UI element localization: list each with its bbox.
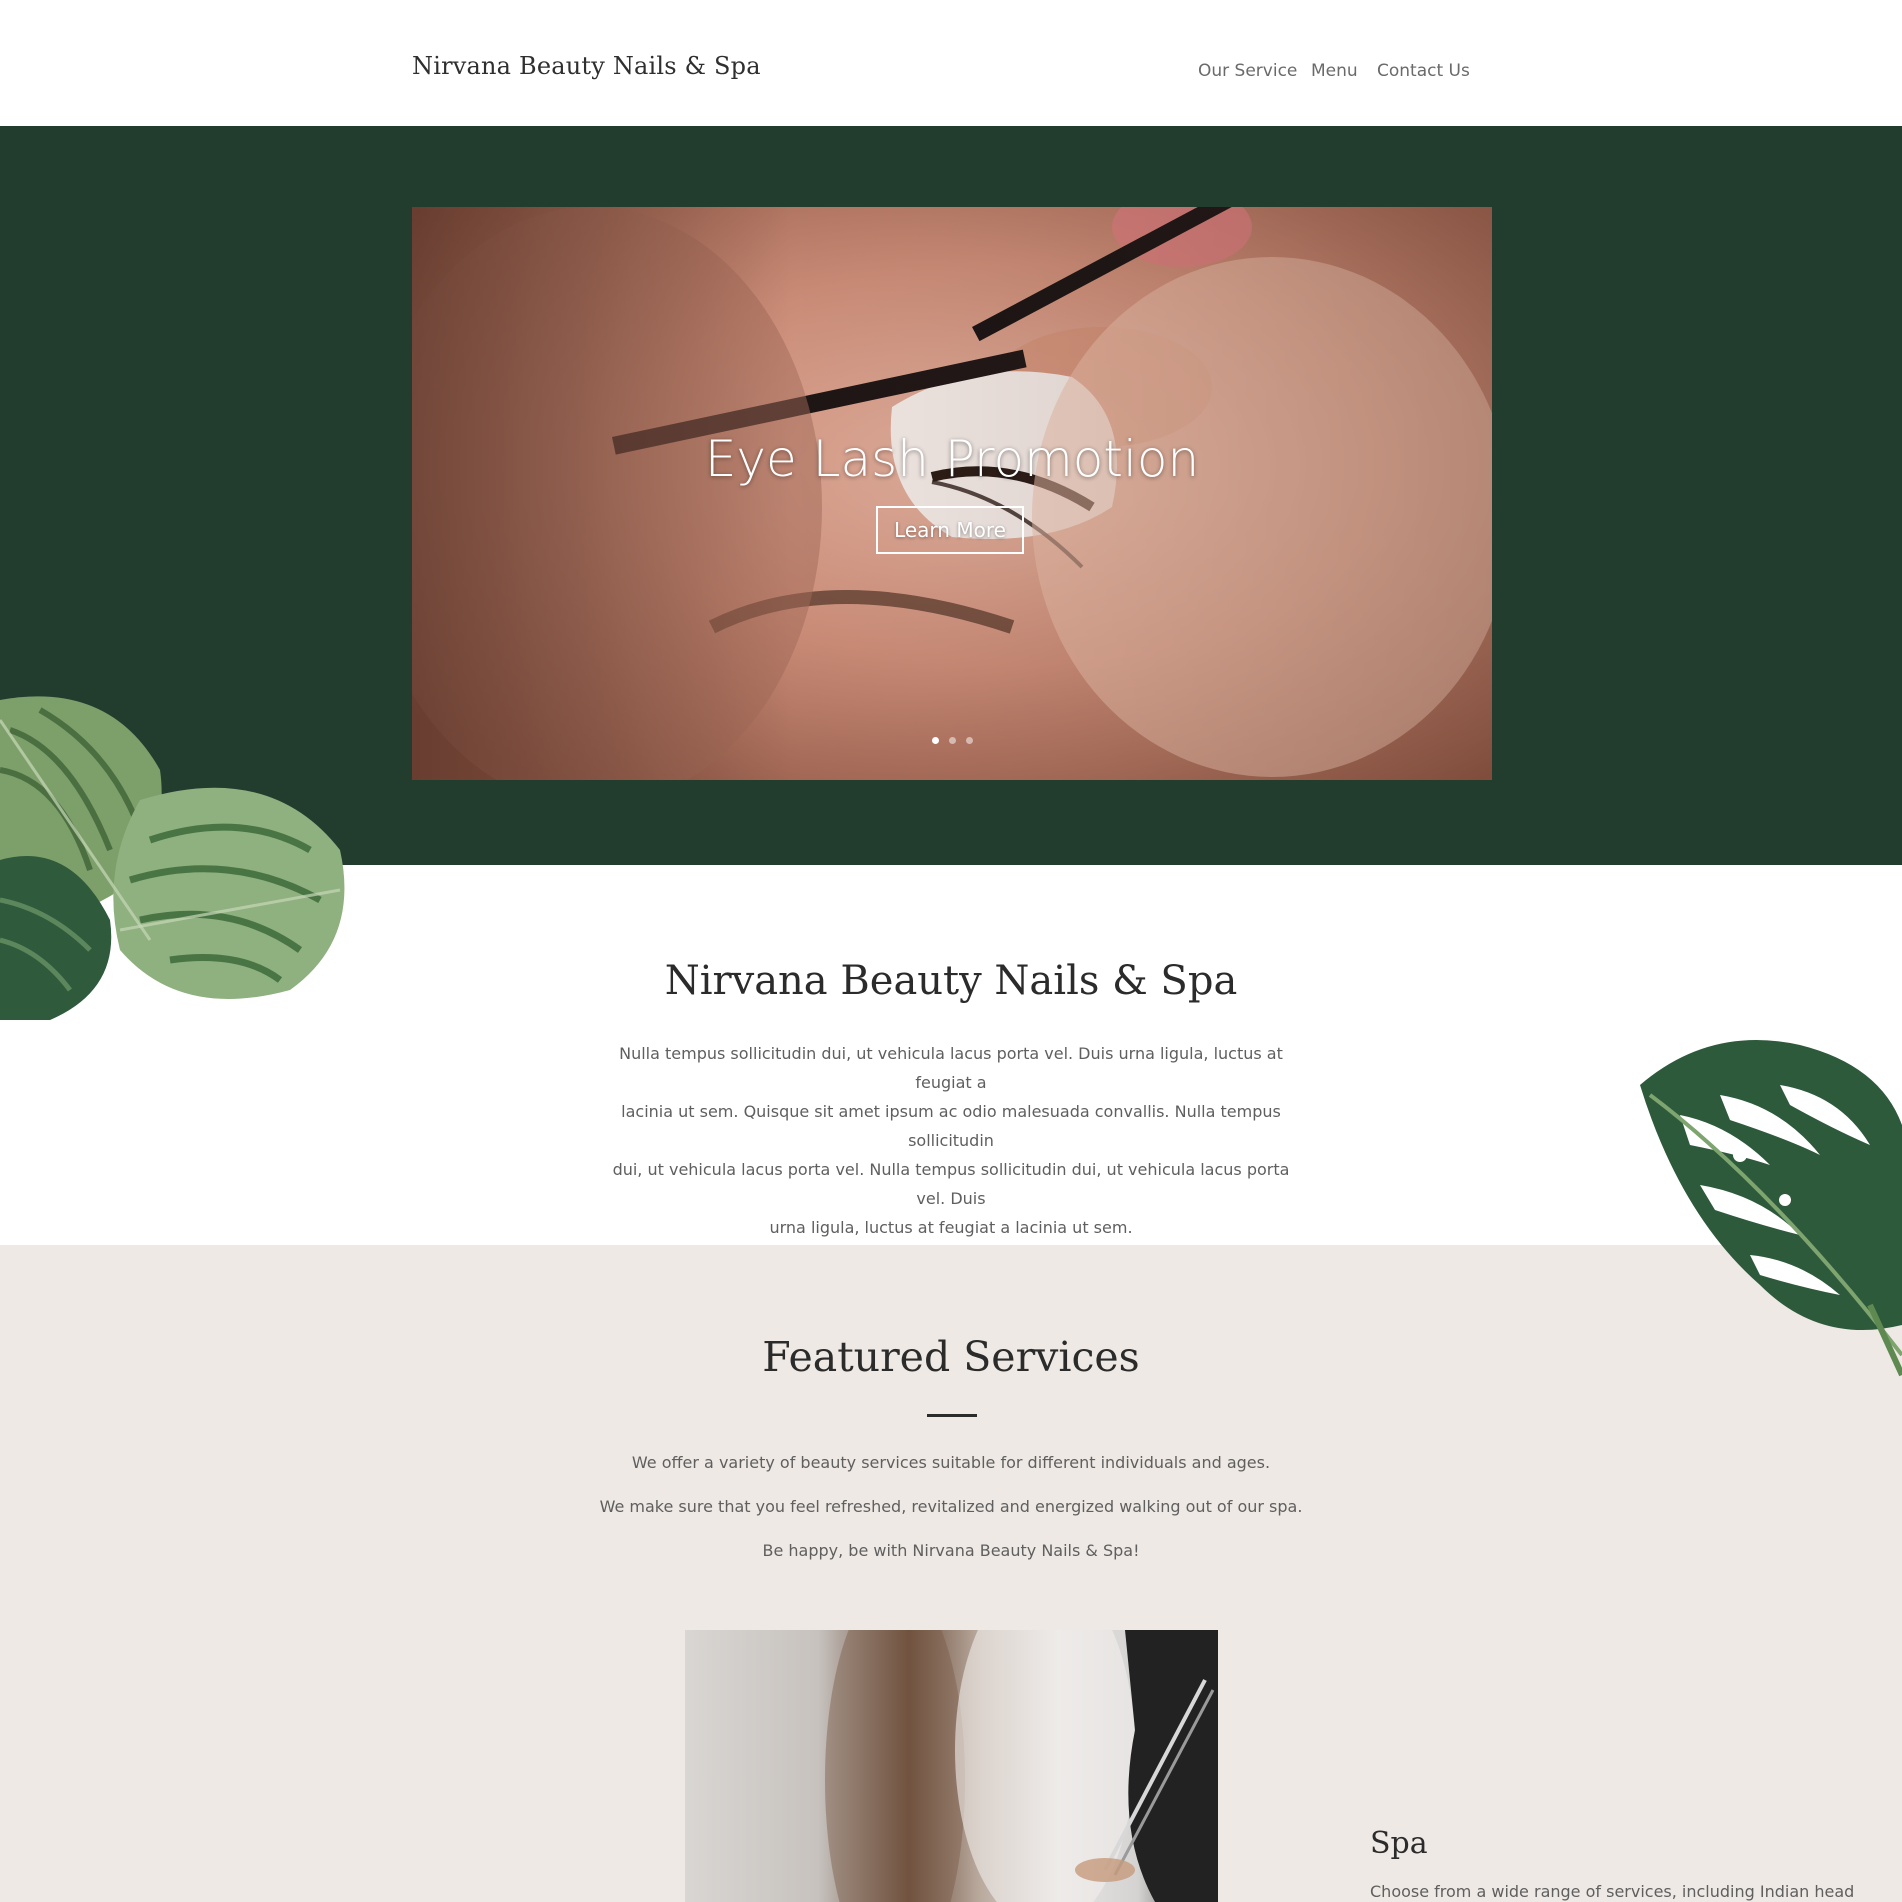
eyelash-photo: [412, 207, 1492, 780]
service-photo: [685, 1630, 1218, 1902]
featured-line: We make sure that you feel refreshed, re…: [599, 1497, 1303, 1516]
intro-line: dui, ut vehicula lacus porta vel. Nulla …: [612, 1160, 1290, 1208]
calathea-leaf-decoration: [0, 696, 345, 1020]
monstera-leaf-decoration: [1640, 1040, 1902, 1377]
slider-dot-3[interactable]: [966, 737, 973, 744]
site-logo[interactable]: Nirvana Beauty Nails & Spa: [412, 52, 761, 80]
intro-line: lacinia ut sem. Quisque sit amet ipsum a…: [621, 1102, 1281, 1150]
slider-dot-2[interactable]: [949, 737, 956, 744]
tweezers-photo: [825, 1630, 1218, 1902]
learn-more-button[interactable]: Learn More: [876, 506, 1024, 554]
site-header: Nirvana Beauty Nails & Spa Our Service M…: [0, 0, 1902, 126]
intro-paragraph: Nulla tempus sollicitudin dui, ut vehicu…: [603, 1039, 1299, 1242]
intro-line: urna ligula, luctus at feugiat a lacinia…: [769, 1218, 1133, 1237]
nav-our-service[interactable]: Our Service: [1198, 61, 1297, 81]
hero-title: Eye Lash Promotion: [704, 430, 1200, 488]
featured-line: Be happy, be with Nirvana Beauty Nails &…: [762, 1541, 1140, 1560]
hero-slider: Eye Lash Promotion Learn More: [412, 207, 1492, 780]
service-title: Spa: [1370, 1826, 1428, 1861]
featured-line: We offer a variety of beauty services su…: [631, 1453, 1271, 1472]
featured-title: Featured Services: [762, 1333, 1140, 1381]
nav-contact-us[interactable]: Contact Us: [1377, 61, 1470, 81]
service-description: Choose from a wide range of services, in…: [1370, 1882, 1855, 1901]
intro-line: Nulla tempus sollicitudin dui, ut vehicu…: [619, 1044, 1283, 1092]
nav-menu[interactable]: Menu: [1311, 61, 1358, 81]
title-divider: [927, 1414, 977, 1417]
slider-dot-1[interactable]: [932, 737, 939, 744]
